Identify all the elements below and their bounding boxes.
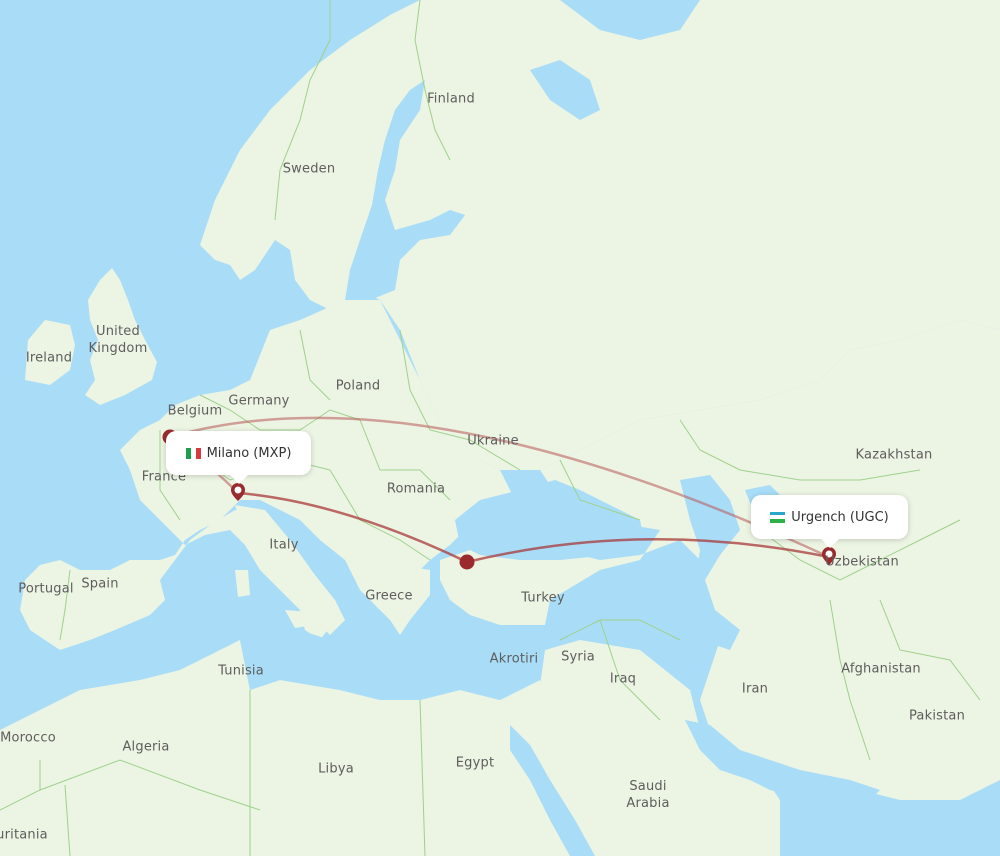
label-spain: Spain [81, 576, 119, 592]
label-turkey: Turkey [521, 590, 565, 606]
land-sicily [285, 610, 313, 628]
label-algeria: Algeria [122, 739, 170, 755]
label-italy: Italy [269, 537, 299, 553]
label-poland: Poland [335, 378, 381, 394]
label-greece: Greece [365, 588, 413, 604]
uzbekistan-flag-icon [770, 511, 786, 523]
land-sardinia [235, 570, 250, 597]
route-map[interactable]: Finland Sweden United Kingdom Ireland Be… [0, 0, 1000, 856]
label-saudi-arabia: Saudi Arabia [626, 779, 670, 811]
italy-flag-icon [185, 447, 201, 459]
label-akrotiri: Akrotiri [489, 651, 539, 667]
label-united-kingdom: United Kingdom [88, 324, 148, 356]
map-base [0, 0, 1000, 856]
stopover-marker-istanbul[interactable] [459, 554, 475, 570]
label-ireland: Ireland [25, 350, 73, 366]
label-iran: Iran [741, 681, 769, 697]
label-libya: Libya [318, 761, 354, 777]
destination-airport-label: Urgench (UGC) [791, 509, 889, 525]
origin-airport-label: Milano (MXP) [206, 445, 292, 461]
destination-airport-popup[interactable]: Urgench (UGC) [751, 495, 908, 539]
label-kazakhstan: Kazakhstan [855, 447, 933, 463]
label-syria: Syria [561, 649, 595, 665]
label-uzbekistan: Uzbekistan [825, 554, 899, 570]
origin-airport-popup[interactable]: Milano (MXP) [166, 431, 311, 475]
label-belgium: Belgium [167, 403, 223, 419]
label-iraq: Iraq [609, 671, 637, 687]
label-morocco: Morocco [0, 730, 56, 746]
label-sweden: Sweden [282, 161, 336, 177]
label-pakistan: Pakistan [908, 708, 966, 724]
label-egypt: Egypt [455, 755, 495, 771]
label-mauritania: uritania [0, 827, 48, 843]
label-ukraine: Ukraine [467, 433, 519, 449]
label-romania: Romania [386, 481, 446, 497]
label-germany: Germany [228, 393, 290, 409]
label-finland: Finland [427, 91, 475, 107]
label-portugal: Portugal [18, 581, 74, 597]
label-tunisia: Tunisia [218, 663, 264, 679]
label-afghanistan: Afghanistan [841, 661, 921, 677]
